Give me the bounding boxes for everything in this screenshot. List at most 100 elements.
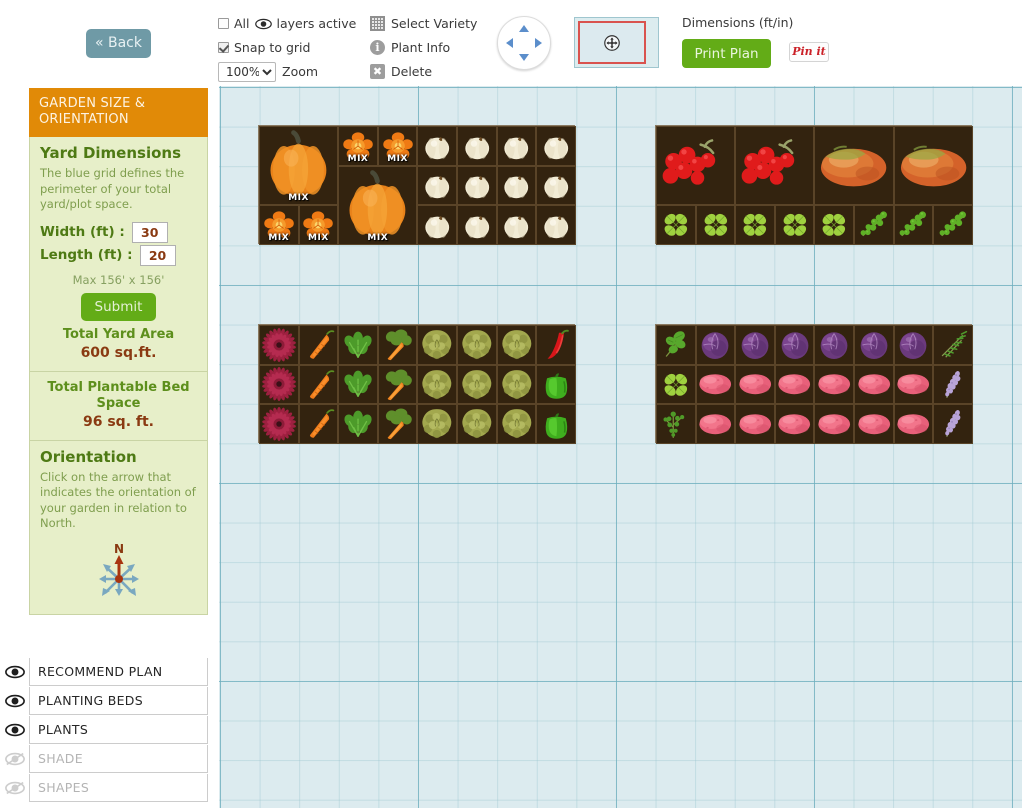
plant-cell-heirloom-tomato[interactable] (814, 126, 894, 206)
plant-cell-lettuce[interactable] (417, 404, 457, 444)
layer-name-shapes[interactable]: SHAPES (29, 774, 208, 802)
plant-cell-potato[interactable] (735, 364, 775, 405)
vegetable-bed[interactable] (258, 324, 576, 444)
plant-cell-lettuce[interactable] (456, 325, 497, 365)
garden-canvas[interactable]: MIX MIX MIX MIX MIX MIX (219, 86, 1022, 808)
plant-cell-spinach[interactable] (338, 325, 378, 365)
plant-cell-white-gourd[interactable] (417, 126, 457, 166)
plant-cell-white-gourd[interactable] (417, 205, 457, 245)
delete-row[interactable]: ✖ Delete (370, 61, 477, 82)
root-and-herb-bed[interactable] (655, 324, 973, 444)
plant-cell-lettuce[interactable] (417, 325, 457, 365)
plant-cell-bell-pepper[interactable] (536, 364, 576, 405)
select-variety-icon[interactable] (370, 16, 385, 31)
plant-cell-cabbage[interactable] (814, 325, 854, 365)
plant-cell-rosemary[interactable] (933, 325, 973, 365)
plant-cell-potato[interactable] (853, 364, 894, 405)
plant-cell-potato[interactable] (814, 364, 854, 405)
pan-directional-icon[interactable] (497, 16, 551, 70)
plant-cell-white-gourd[interactable] (496, 165, 537, 206)
plant-cell-basil[interactable] (774, 205, 815, 245)
plant-cell-carrot[interactable] (298, 404, 339, 444)
plant-cell-white-gourd[interactable] (496, 205, 537, 245)
pan-right-arrow-icon[interactable] (535, 38, 542, 48)
zoom-select[interactable]: 100% (218, 61, 276, 82)
pinit-button[interactable]: Pin it (789, 42, 829, 62)
close-icon[interactable]: ✖ (370, 64, 385, 79)
plant-cell-cherry-tomato[interactable] (735, 126, 815, 206)
plant-cell-white-gourd[interactable] (536, 165, 576, 206)
plant-cell-marigold[interactable] (259, 404, 299, 444)
plant-cell-cabbage[interactable] (893, 325, 934, 365)
plant-cell-lettuce[interactable] (456, 364, 497, 405)
plant-cell-lavender[interactable] (933, 364, 973, 405)
plant-info-row[interactable]: i Plant Info (370, 37, 477, 58)
pumpkin-and-gourd-bed[interactable]: MIX MIX MIX MIX MIX MIX (258, 125, 576, 245)
select-variety-row[interactable]: Select Variety (370, 13, 477, 34)
plant-cell-potato[interactable] (774, 364, 815, 405)
plant-cell-chili-pepper[interactable] (536, 325, 576, 365)
plant-cell-white-gourd[interactable] (456, 165, 497, 206)
layer-name-shade[interactable]: SHADE (29, 745, 208, 773)
plant-cell-cabbage[interactable] (735, 325, 775, 365)
plant-cell-carrot[interactable] (298, 364, 339, 405)
plant-cell-bell-pepper[interactable] (536, 404, 576, 444)
plant-cell-cilantro[interactable] (893, 205, 934, 245)
plant-cell-nasturtium[interactable]: MIX (338, 126, 378, 166)
plant-cell-potato[interactable] (814, 404, 854, 444)
plant-cell-marigold[interactable] (259, 364, 299, 405)
plant-cell-thyme[interactable] (656, 404, 696, 444)
move-viewport-tool[interactable] (574, 17, 659, 68)
plant-cell-lettuce[interactable] (496, 325, 537, 365)
plant-cell-nasturtium[interactable]: MIX (298, 205, 339, 245)
plant-cell-beet[interactable] (377, 404, 418, 444)
plant-cell-white-gourd[interactable] (536, 126, 576, 166)
plant-cell-marigold[interactable] (259, 325, 299, 365)
layer-name-planting-beds[interactable]: PLANTING BEDS (29, 687, 208, 715)
eye-open-icon[interactable] (0, 694, 29, 708)
eye-open-icon[interactable] (0, 723, 29, 737)
pan-up-arrow-icon[interactable] (519, 25, 529, 32)
plant-cell-basil[interactable] (656, 205, 696, 245)
plant-cell-cilantro[interactable] (853, 205, 894, 245)
layer-name-recommend-plan[interactable]: RECOMMEND PLAN (29, 658, 208, 686)
plant-cell-potato[interactable] (893, 404, 934, 444)
plant-cell-white-gourd[interactable] (456, 126, 497, 166)
plant-cell-white-gourd[interactable] (496, 126, 537, 166)
plant-cell-white-gourd[interactable] (456, 205, 497, 245)
plant-cell-lettuce[interactable] (456, 404, 497, 444)
plant-cell-oregano[interactable] (656, 325, 696, 365)
plant-cell-potato[interactable] (893, 364, 934, 405)
plant-cell-basil[interactable] (735, 205, 775, 245)
plant-cell-lavender[interactable] (933, 404, 973, 444)
plant-cell-pumpkin[interactable]: MIX (259, 126, 339, 206)
plant-cell-cabbage[interactable] (774, 325, 815, 365)
plant-cell-cabbage[interactable] (853, 325, 894, 365)
plant-cell-cabbage[interactable] (695, 325, 736, 365)
length-input[interactable] (139, 244, 176, 266)
plant-cell-nasturtium[interactable]: MIX (259, 205, 299, 245)
plant-cell-lettuce[interactable] (496, 404, 537, 444)
snap-to-grid-checkbox[interactable] (218, 42, 229, 53)
eye-closed-icon[interactable] (0, 752, 29, 766)
plant-cell-potato[interactable] (695, 404, 736, 444)
layer-name-plants[interactable]: PLANTS (29, 716, 208, 744)
plant-cell-lettuce[interactable] (496, 364, 537, 405)
eye-closed-icon[interactable] (0, 781, 29, 795)
eye-open-icon[interactable] (0, 665, 29, 679)
plant-cell-pumpkin[interactable]: MIX (338, 165, 418, 245)
compass-rose-icon[interactable]: N (93, 541, 145, 599)
pan-left-arrow-icon[interactable] (506, 38, 513, 48)
plant-cell-beet[interactable] (377, 325, 418, 365)
plant-cell-potato[interactable] (735, 404, 775, 444)
plant-cell-white-gourd[interactable] (417, 165, 457, 206)
plant-cell-white-gourd[interactable] (536, 205, 576, 245)
plant-cell-cilantro[interactable] (933, 205, 973, 245)
plant-cell-carrot[interactable] (298, 325, 339, 365)
plant-cell-cherry-tomato[interactable] (656, 126, 736, 206)
plant-cell-potato[interactable] (853, 404, 894, 444)
tomato-and-herb-bed[interactable] (655, 125, 973, 245)
plant-cell-beet[interactable] (377, 364, 418, 405)
width-input[interactable] (131, 221, 168, 243)
plant-cell-lettuce[interactable] (417, 364, 457, 405)
